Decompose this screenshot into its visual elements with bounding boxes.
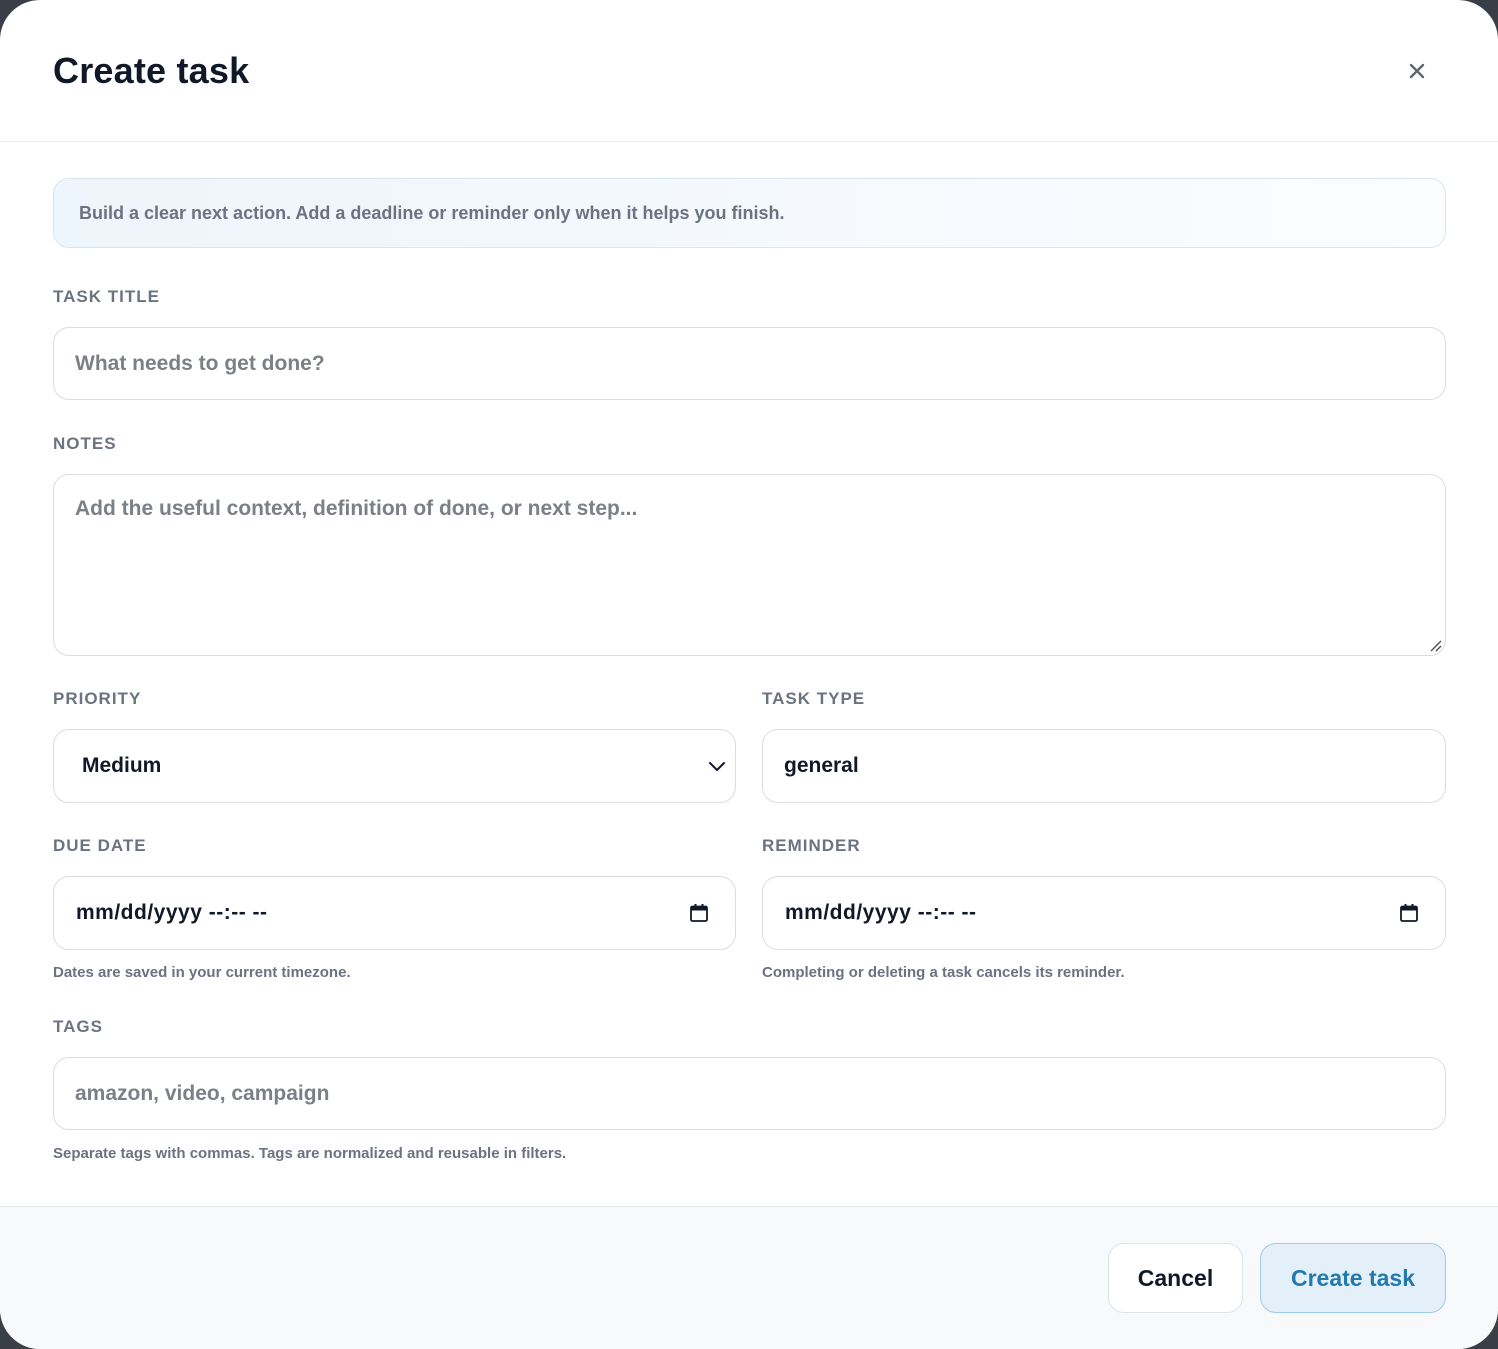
calendar-icon[interactable] bbox=[689, 903, 709, 923]
due-date-placeholder: mm/dd/yyyy --:-- -- bbox=[76, 901, 268, 924]
notes-field bbox=[53, 474, 1446, 656]
task-type-input[interactable] bbox=[763, 730, 1445, 802]
create-task-dialog: Create task Build a clear next action. A… bbox=[0, 0, 1498, 1349]
close-icon bbox=[1409, 63, 1425, 79]
create-task-button[interactable]: Create task bbox=[1260, 1243, 1446, 1313]
calendar-icon[interactable] bbox=[1399, 903, 1419, 923]
reminder-label: REMINDER bbox=[762, 836, 861, 855]
priority-selected-value: Medium bbox=[82, 754, 162, 777]
dialog-footer: Cancel Create task bbox=[0, 1206, 1498, 1349]
close-button[interactable] bbox=[1398, 52, 1436, 90]
due-date-hint: Dates are saved in your current timezone… bbox=[53, 964, 351, 981]
info-banner: Build a clear next action. Add a deadlin… bbox=[53, 178, 1446, 248]
priority-select[interactable]: Medium bbox=[53, 729, 736, 803]
tags-label: TAGS bbox=[53, 1017, 103, 1036]
due-date-label: DUE DATE bbox=[53, 836, 147, 855]
dialog-body: Build a clear next action. Add a deadlin… bbox=[0, 142, 1498, 1206]
dialog-title: Create task bbox=[53, 50, 250, 91]
cancel-button[interactable]: Cancel bbox=[1108, 1243, 1243, 1313]
task-title-label: TASK TITLE bbox=[53, 287, 160, 306]
notes-textarea[interactable] bbox=[54, 475, 1445, 655]
task-title-input[interactable] bbox=[54, 328, 1445, 399]
tags-field bbox=[53, 1057, 1446, 1130]
task-type-label: TASK TYPE bbox=[762, 689, 866, 708]
reminder-placeholder: mm/dd/yyyy --:-- -- bbox=[785, 901, 977, 924]
task-title-field bbox=[53, 327, 1446, 400]
dialog-header: Create task bbox=[0, 0, 1498, 142]
chevron-down-icon bbox=[709, 762, 725, 771]
task-type-field bbox=[762, 729, 1446, 803]
priority-label: PRIORITY bbox=[53, 689, 142, 708]
reminder-hint: Completing or deleting a task cancels it… bbox=[762, 964, 1125, 981]
tags-input[interactable] bbox=[54, 1058, 1445, 1129]
due-date-input[interactable]: mm/dd/yyyy --:-- -- bbox=[53, 876, 736, 950]
tags-hint: Separate tags with commas. Tags are norm… bbox=[53, 1145, 567, 1162]
reminder-input[interactable]: mm/dd/yyyy --:-- -- bbox=[762, 876, 1446, 950]
info-banner-text: Build a clear next action. Add a deadlin… bbox=[79, 202, 785, 223]
resize-handle-icon[interactable] bbox=[1428, 638, 1442, 652]
notes-label: NOTES bbox=[53, 434, 117, 453]
